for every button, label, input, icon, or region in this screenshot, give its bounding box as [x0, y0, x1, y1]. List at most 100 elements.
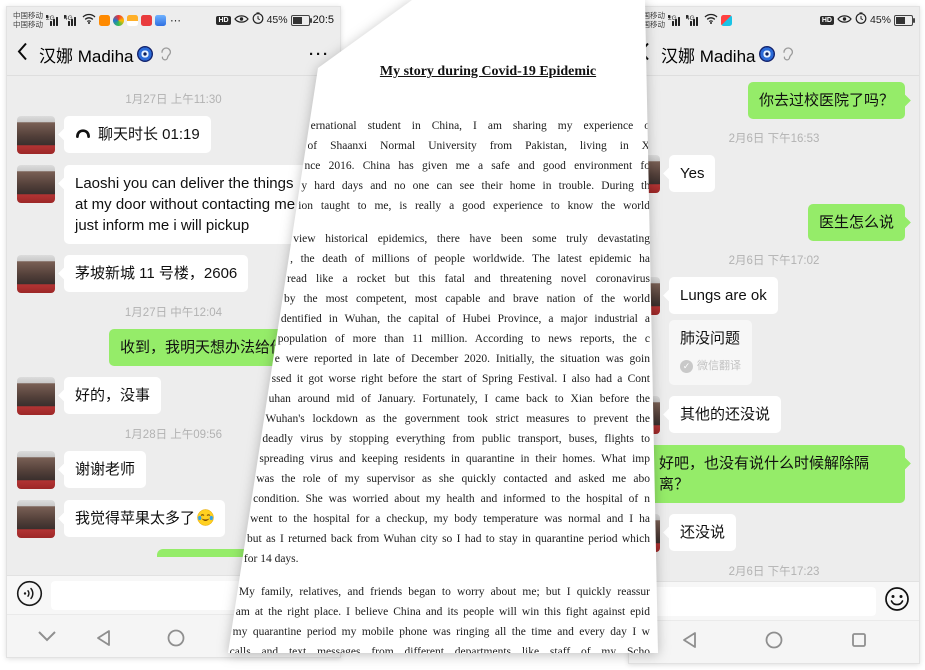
- translation-source: 微信翻译: [697, 356, 741, 377]
- received-message-bubble[interactable]: 聊天时长 01:19: [64, 116, 211, 153]
- document-text-line: ion taught to me, is really a good exper…: [298, 196, 650, 216]
- message-text: 聊天时长 01:19: [98, 126, 200, 143]
- document-text-line: ernational student in China, I am sharin…: [311, 116, 650, 136]
- contact-avatar[interactable]: [17, 451, 55, 489]
- received-message-bubble[interactable]: 还没说: [669, 514, 736, 551]
- received-message-bubble[interactable]: Lungs are ok: [669, 277, 778, 314]
- received-message-bubble[interactable]: 我觉得苹果太多了: [64, 500, 225, 537]
- hide-keyboard-icon[interactable]: [37, 629, 57, 647]
- document-text-line: calls and text messages from different d…: [230, 642, 650, 662]
- app-icon-cloud: [155, 15, 166, 26]
- document-page: My story during Covid-19 Epidemic ernati…: [220, 0, 672, 656]
- contact-avatar[interactable]: [17, 500, 55, 538]
- voice-input-icon[interactable]: [16, 580, 43, 612]
- received-message-bubble[interactable]: 好的，没事: [64, 377, 161, 414]
- contact-avatar[interactable]: [17, 116, 55, 154]
- document-text-line: for 14 days.: [244, 549, 650, 569]
- message-row: 你去过校医院了吗？: [629, 82, 919, 119]
- document-text-line: but as I returned back from Wuhan city s…: [247, 529, 650, 549]
- battery-percent: 45%: [870, 14, 891, 26]
- status-bar: 中国移动中国移动 2G 4G HD 45%: [629, 7, 919, 33]
- document-text-line: y hard days and no one can see their hom…: [301, 176, 650, 196]
- chat-date: 2月6日 下午16:53: [629, 130, 919, 146]
- message-row: Yes: [629, 155, 919, 193]
- sent-message-bubble[interactable]: 好吧，也没有说什么时候解除隔离？: [648, 445, 905, 503]
- contact-name: 汉娜 Madiha: [661, 42, 755, 67]
- nav-back-icon[interactable]: [681, 631, 697, 654]
- phone-handset-icon: [75, 126, 98, 143]
- document-text-line: condition. She was worried about my heal…: [253, 489, 650, 509]
- nav-recents-icon[interactable]: [851, 632, 867, 653]
- document-text-line: went to the hospital for a checkup, my b…: [250, 509, 650, 529]
- message-text: 好吧，也没有说什么时候解除隔离？: [659, 455, 869, 493]
- translation-bubble[interactable]: 肺没问题 ✓ 微信翻译: [669, 320, 752, 385]
- battery-icon: [894, 15, 913, 26]
- document-text-line: ssed it got worse right before the start…: [272, 369, 650, 389]
- message-text: 好的，没事: [75, 387, 150, 404]
- contact-avatar[interactable]: [17, 255, 55, 293]
- message-text: 你去过校医院了吗？: [759, 92, 894, 109]
- document-text-line: spreading virus and keeping residents in…: [259, 449, 650, 469]
- message-list: 你去过校医院了吗？2月6日 下午16:53Yes医生怎么说2月6日 下午17:0…: [629, 76, 919, 582]
- document-text-line: by the most competent, most capable and …: [284, 289, 650, 309]
- received-message-bubble[interactable]: 其他的还没说: [669, 396, 781, 433]
- document-text-line: am at the right place. I believe China a…: [236, 602, 650, 622]
- wifi-icon: [704, 11, 718, 29]
- nav-home-icon[interactable]: [765, 631, 783, 654]
- earpiece-icon: [160, 47, 172, 62]
- document-photo: My story during Covid-19 Epidemic ernati…: [220, 0, 672, 656]
- back-icon[interactable]: [17, 42, 28, 66]
- message-row: 其他的还没说: [629, 396, 919, 434]
- document-text-line: dentified in Wuhan, the capital of Hubei…: [281, 309, 650, 329]
- document-text-line: , the death of millions of people worldw…: [290, 249, 650, 269]
- document-text-line: deadly virus by stopping everything from…: [262, 429, 650, 449]
- signal-strength-icon: 4G: [686, 15, 701, 26]
- message-row: 好吧，也没有说什么时候解除隔离？: [629, 445, 919, 503]
- message-text: 茅坡新城 11 号楼，2606: [75, 265, 237, 282]
- message-text: 谢谢老师: [75, 461, 135, 478]
- document-text-line: was the role of my supervisor as she qui…: [256, 469, 650, 489]
- android-nav-bar: [629, 620, 919, 663]
- nav-home-icon[interactable]: [167, 629, 185, 652]
- document-text-line: my quarantine period my mobile phone was…: [233, 622, 650, 642]
- message-text: 肺没问题: [680, 330, 740, 347]
- message-row: 还没说: [629, 514, 919, 552]
- document-text-line: nce 2016. China has given me a safe and …: [304, 156, 650, 176]
- message-text: 其他的还没说: [680, 406, 770, 423]
- signal-strength-icon: 2G: [46, 15, 61, 26]
- app-icon-orange: [99, 15, 110, 26]
- notification-overflow-dots: ⋯: [170, 14, 182, 27]
- document-text-line: of Shaanxi Normal University from Pakist…: [308, 136, 650, 156]
- contact-avatar[interactable]: [17, 165, 55, 203]
- smiley-icon[interactable]: [884, 586, 910, 617]
- received-message-bubble[interactable]: 谢谢老师: [64, 451, 146, 488]
- nazar-amulet-icon: [137, 46, 153, 62]
- contact-avatar[interactable]: [17, 377, 55, 415]
- alarm-icon: [855, 11, 867, 29]
- wifi-icon: [82, 11, 96, 29]
- app-icon-tejia: [141, 15, 152, 26]
- message-row: 医生怎么说: [629, 204, 919, 241]
- chat-date: 2月6日 下午17:23: [629, 563, 919, 579]
- chat-header: 汉娜 Madiha: [629, 33, 919, 76]
- message-input[interactable]: [638, 587, 876, 616]
- nav-back-icon[interactable]: [95, 629, 111, 652]
- message-row: Lungs are ok: [629, 277, 919, 315]
- app-icon-cup: [127, 15, 138, 26]
- document-text-line: read like a rocket but this fatal and th…: [287, 269, 650, 289]
- message-text: 我觉得苹果太多了: [75, 510, 195, 527]
- received-message-bubble[interactable]: Yes: [669, 155, 715, 192]
- document-text-line: uhan around mid of January. Fortunately,…: [269, 389, 650, 409]
- message-row: 肺没问题 ✓ 微信翻译: [629, 320, 919, 385]
- app-icon-browser: [113, 15, 124, 26]
- document-text-line: view historical epidemics, there have be…: [293, 229, 650, 249]
- document-text-line: Wuhan's lockdown as the government took …: [265, 409, 650, 429]
- message-text: 医生怎么说: [819, 214, 894, 231]
- hd-badge: HD: [820, 16, 834, 25]
- sent-message-bubble[interactable]: 你去过校医院了吗？: [748, 82, 905, 119]
- sent-message-bubble[interactable]: 医生怎么说: [808, 204, 905, 241]
- earpiece-icon: [782, 47, 794, 62]
- check-icon: ✓: [680, 360, 693, 373]
- contact-name: 汉娜 Madiha: [39, 42, 133, 67]
- eye-protection-icon: [837, 11, 852, 29]
